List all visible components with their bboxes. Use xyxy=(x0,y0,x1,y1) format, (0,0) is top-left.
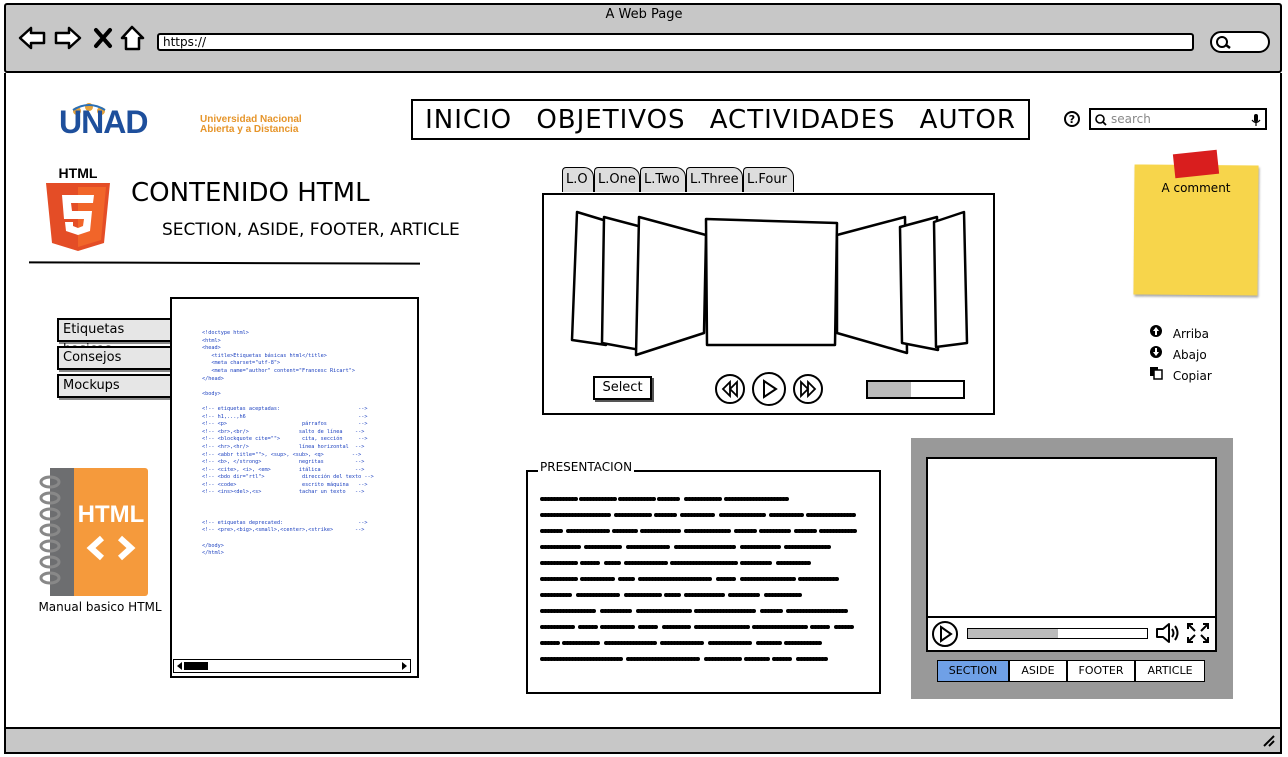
html5-logo-label: HTML xyxy=(59,165,98,181)
link-abajo[interactable]: Abajo xyxy=(1149,345,1207,362)
carousel-progress-bar[interactable] xyxy=(866,380,965,399)
tab-lo[interactable]: L.O xyxy=(562,167,594,192)
play-icon[interactable] xyxy=(931,620,959,648)
html5-logo: HTML xyxy=(46,165,110,251)
main-menu: INICIO OBJETIVOS ACTIVIDADES AUTOR xyxy=(411,99,1030,140)
svg-text:?: ? xyxy=(1069,113,1075,126)
link-arriba[interactable]: Arriba xyxy=(1149,324,1209,341)
tab-ltwo[interactable]: L.Two xyxy=(640,167,686,192)
unad-logo: UNAD Universidad Nacional Abierta y a Di… xyxy=(55,102,360,142)
mic-icon[interactable] xyxy=(1251,113,1261,127)
search-input[interactable]: search xyxy=(1089,108,1267,130)
help-icon[interactable]: ? xyxy=(1063,110,1081,128)
back-icon[interactable] xyxy=(17,24,47,52)
video-tab-article[interactable]: ARTICLE xyxy=(1135,660,1205,682)
placeholder-text-block xyxy=(540,497,859,661)
manual-label: Manual basico HTML xyxy=(38,600,162,614)
horizontal-scrollbar[interactable] xyxy=(173,659,411,673)
search-placeholder: search xyxy=(1111,112,1151,126)
link-copiar-label: Copiar xyxy=(1172,369,1212,383)
tab-lthree[interactable]: L.Three xyxy=(686,167,743,192)
fast-forward-icon[interactable] xyxy=(793,374,823,404)
rewind-icon[interactable] xyxy=(715,374,745,404)
code-image-panel: <!doctype html> <html> <head> <title>Eti… xyxy=(170,297,419,678)
menu-item-objetivos[interactable]: OBJETIVOS xyxy=(536,105,685,135)
window-title: A Web Page xyxy=(605,7,683,22)
forward-icon[interactable] xyxy=(53,24,83,52)
link-abajo-label: Abajo xyxy=(1172,348,1207,362)
arrow-up-icon xyxy=(1150,325,1162,337)
link-copiar[interactable]: Copiar xyxy=(1149,366,1212,383)
video-tab-section[interactable]: SECTION xyxy=(937,660,1009,682)
search-icon xyxy=(1216,36,1231,49)
close-icon[interactable] xyxy=(91,24,115,52)
tab-lfour[interactable]: L.Four xyxy=(743,167,794,192)
side-tab-etiquetas[interactable]: Etiquetas basicas xyxy=(57,318,170,357)
search-icon xyxy=(1095,114,1107,126)
browser-search-pill[interactable] xyxy=(1210,31,1270,53)
media-controls xyxy=(715,372,823,406)
select-button[interactable]: Select xyxy=(593,376,652,400)
arrow-down-icon xyxy=(1150,346,1162,358)
url-bar[interactable]: https:// xyxy=(157,33,1194,51)
resize-icon[interactable] xyxy=(1260,734,1276,748)
code-image: <!doctype html> <html> <head> <title>Eti… xyxy=(202,330,374,557)
carousel-progress-fill xyxy=(868,382,911,397)
logo-tagline-2: Abierta y a Distancia xyxy=(200,124,299,135)
video-seek-bar[interactable] xyxy=(967,628,1148,639)
tab-lone[interactable]: L.One xyxy=(594,167,640,192)
note-text: A comment xyxy=(1161,181,1231,195)
note-tape xyxy=(1172,149,1220,179)
home-icon[interactable] xyxy=(118,24,148,52)
video-tab-aside[interactable]: ASIDE xyxy=(1009,660,1067,682)
notebook-badge: HTML xyxy=(78,501,145,528)
link-arriba-label: Arriba xyxy=(1172,327,1209,341)
video-seek-fill xyxy=(968,629,1058,638)
page-title: CONTENIDO HTML xyxy=(131,178,370,208)
presentation-label: PRESENTACION xyxy=(538,460,635,474)
menu-item-actividades[interactable]: ACTIVIDADES xyxy=(710,105,896,135)
fullscreen-icon[interactable] xyxy=(1186,622,1210,644)
side-tab-consejos[interactable]: Consejos xyxy=(57,346,170,370)
logo-text: UNAD xyxy=(59,104,148,140)
status-bar xyxy=(4,727,1282,754)
notebook-icon[interactable]: HTML xyxy=(38,466,150,598)
page-subtitle: SECTION, ASIDE, FOOTER, ARTICLE xyxy=(162,220,460,240)
volume-icon[interactable] xyxy=(1154,621,1182,645)
video-tab-footer[interactable]: FOOTER xyxy=(1067,660,1135,682)
side-tab-mockups[interactable]: Mockups xyxy=(57,374,170,398)
menu-item-autor[interactable]: AUTOR xyxy=(920,105,1016,135)
play-icon[interactable] xyxy=(752,372,786,406)
menu-item-inicio[interactable]: INICIO xyxy=(425,105,512,135)
copy-icon xyxy=(1150,367,1163,380)
